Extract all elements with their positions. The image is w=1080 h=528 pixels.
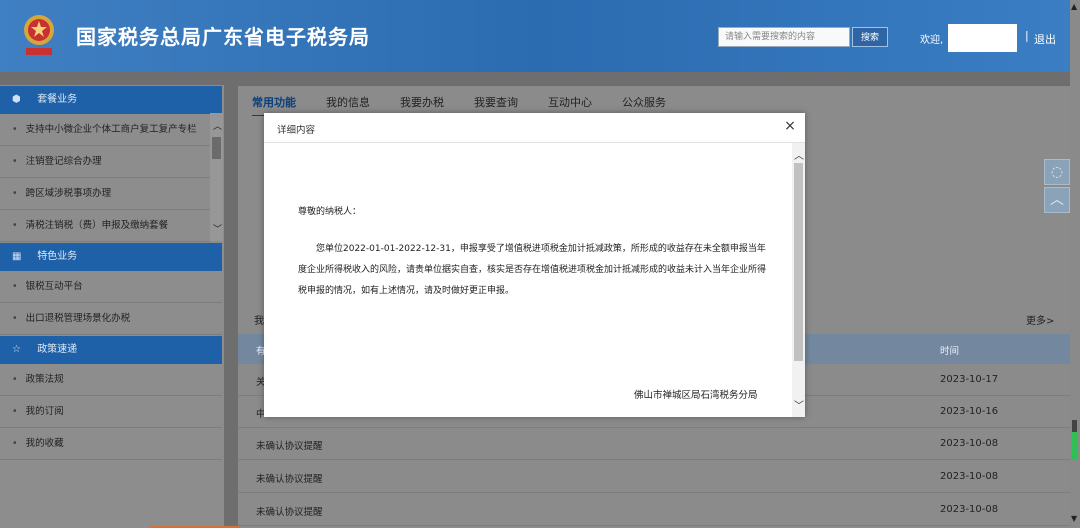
- close-icon[interactable]: ×: [782, 118, 798, 134]
- tab-query[interactable]: 我要查询: [474, 94, 518, 110]
- sidebar-item-label: 我的订阅: [25, 406, 64, 417]
- greeting-text: 尊敬的纳税人：: [298, 207, 362, 217]
- row-date: 2023-10-08: [940, 471, 999, 482]
- wechat-icon[interactable]: ◌: [1044, 159, 1070, 185]
- username-box: [948, 24, 1017, 52]
- bullet-icon: •: [12, 406, 18, 417]
- list-title: 我: [254, 316, 264, 327]
- modal-title: 详细内容: [277, 125, 316, 136]
- chevron-down-icon[interactable]: ﹀: [213, 222, 222, 235]
- row-date: 2023-10-08: [940, 504, 999, 515]
- star-icon: ☆: [12, 344, 21, 355]
- section-title: 特色业务: [37, 251, 78, 262]
- back-to-top-icon[interactable]: ︿: [1044, 187, 1070, 213]
- chevron-down-icon[interactable]: ﹀: [794, 397, 804, 412]
- search-input[interactable]: 请输入需要搜索的内容: [718, 27, 850, 47]
- sidebar-item-label: 银税互动平台: [25, 281, 83, 292]
- tab-bar: 常用功能 我的信息 我要办税 我要查询 互动中心 公众服务: [238, 86, 1070, 117]
- modal-header: 详细内容 ×: [264, 113, 805, 143]
- sidebar-item-label: 我的收藏: [25, 438, 64, 449]
- row-date: 2023-10-08: [940, 438, 999, 449]
- site-title: 国家税务总局广东省电子税务局: [76, 25, 370, 49]
- column-header-time: 时间: [940, 346, 960, 357]
- sidebar-item-deregistration[interactable]: • 注销登记综合办理: [0, 146, 210, 178]
- scroll-up-icon[interactable]: ▲: [1071, 2, 1077, 11]
- tab-public-services[interactable]: 公众服务: [622, 94, 666, 110]
- sidebar-item-label: 出口退税管理场景化办税: [25, 313, 131, 324]
- scrollbar-thumb[interactable]: [794, 163, 803, 361]
- sidebar-item-resume-work[interactable]: • 支持中小微企业个体工商户复工复产专栏: [0, 114, 210, 146]
- sidebar-item-label: 政策法规: [25, 374, 64, 385]
- bullet-icon: •: [12, 313, 18, 324]
- sidebar-item-label: 清税注销税（费）申报及缴纳套餐: [25, 220, 169, 231]
- bullet-icon: •: [12, 124, 18, 135]
- row-title[interactable]: 未确认协议提醒: [256, 504, 323, 518]
- bullet-icon: •: [12, 188, 18, 199]
- site-header: 国家税务总局广东省电子税务局 请输入需要搜索的内容 搜索 欢迎, | 退出: [0, 0, 1080, 72]
- notice-content: 您单位2022-01-01-2022-12-31，申报享受了增值税进项税金加计抵…: [298, 244, 767, 296]
- row-date: 2023-10-16: [940, 406, 999, 417]
- chevron-up-icon[interactable]: ︿: [794, 147, 804, 162]
- cube-icon: ⬢: [12, 94, 21, 105]
- table-row[interactable]: 未确认协议提醒 2023-10-08: [238, 428, 1070, 460]
- table-row[interactable]: 未确认协议提醒 2023-10-08: [238, 461, 1070, 493]
- logout-link[interactable]: 退出: [1034, 31, 1056, 47]
- bullet-icon: •: [12, 438, 18, 449]
- tab-my-info[interactable]: 我的信息: [326, 94, 370, 110]
- signature-text: 佛山市禅城区局石湾税务分局: [634, 390, 758, 401]
- modal-scrollbar[interactable]: ︿ ﹀: [792, 143, 805, 417]
- sidebar-section-package[interactable]: ⬢ 套餐业务: [0, 86, 222, 114]
- row-title[interactable]: 未确认协议提醒: [256, 438, 323, 452]
- sidebar-item-cross-region[interactable]: • 跨区域涉税事项办理: [0, 178, 210, 210]
- more-link[interactable]: 更多>: [1026, 312, 1054, 327]
- sidebar-item-export-refund[interactable]: • 出口退税管理场景化办税: [0, 303, 222, 335]
- sidebar-item-label: 注销登记综合办理: [25, 156, 102, 167]
- grid-icon: ▦: [12, 251, 22, 262]
- bullet-icon: •: [12, 374, 18, 385]
- bullet-icon: •: [12, 156, 18, 167]
- sidebar-item-bank-tax[interactable]: • 银税互动平台: [0, 271, 222, 303]
- sidebar-item-subscriptions[interactable]: • 我的订阅: [0, 396, 222, 428]
- tab-file-taxes[interactable]: 我要办税: [400, 94, 444, 110]
- table-row[interactable]: 未确认协议提醒 2023-10-08: [238, 494, 1070, 526]
- search-button[interactable]: 搜索: [852, 27, 888, 47]
- scrollbar-thumb[interactable]: [212, 137, 221, 159]
- header-divider: |: [1025, 29, 1029, 42]
- scroll-down-icon[interactable]: ▼: [1071, 514, 1077, 523]
- bullet-icon: •: [12, 220, 18, 231]
- sidebar-item-regulations[interactable]: • 政策法规: [0, 364, 222, 396]
- detail-modal: 详细内容 × 尊敬的纳税人： 您单位2022-01-01-2022-12-31，…: [264, 113, 805, 417]
- bullet-icon: •: [12, 281, 18, 292]
- section-title: 政策速递: [37, 344, 78, 355]
- sidebar-item-label: 跨区域涉税事项办理: [25, 188, 112, 199]
- modal-body: 尊敬的纳税人： 您单位2022-01-01-2022-12-31，申报享受了增值…: [264, 143, 792, 417]
- tax-emblem-logo[interactable]: [18, 12, 60, 58]
- sidebar-item-tax-clearance[interactable]: • 清税注销税（费）申报及缴纳套餐: [0, 210, 210, 242]
- welcome-label: 欢迎,: [920, 35, 944, 46]
- sidebar-section-feature[interactable]: ▦ 特色业务: [0, 243, 222, 271]
- section-title: 套餐业务: [37, 94, 78, 105]
- chevron-up-icon[interactable]: ︿: [213, 119, 222, 132]
- sidebar-item-favorites[interactable]: • 我的收藏: [0, 428, 222, 460]
- tab-interaction[interactable]: 互动中心: [548, 94, 592, 110]
- row-title[interactable]: 未确认协议提醒: [256, 471, 323, 485]
- scrollbar-thumb[interactable]: [1072, 420, 1077, 460]
- sidebar-section-policy[interactable]: ☆ 政策速递: [0, 336, 222, 364]
- row-date: 2023-10-17: [940, 374, 999, 385]
- sidebar-item-label: 支持中小微企业个体工商户复工复产专栏: [25, 124, 197, 135]
